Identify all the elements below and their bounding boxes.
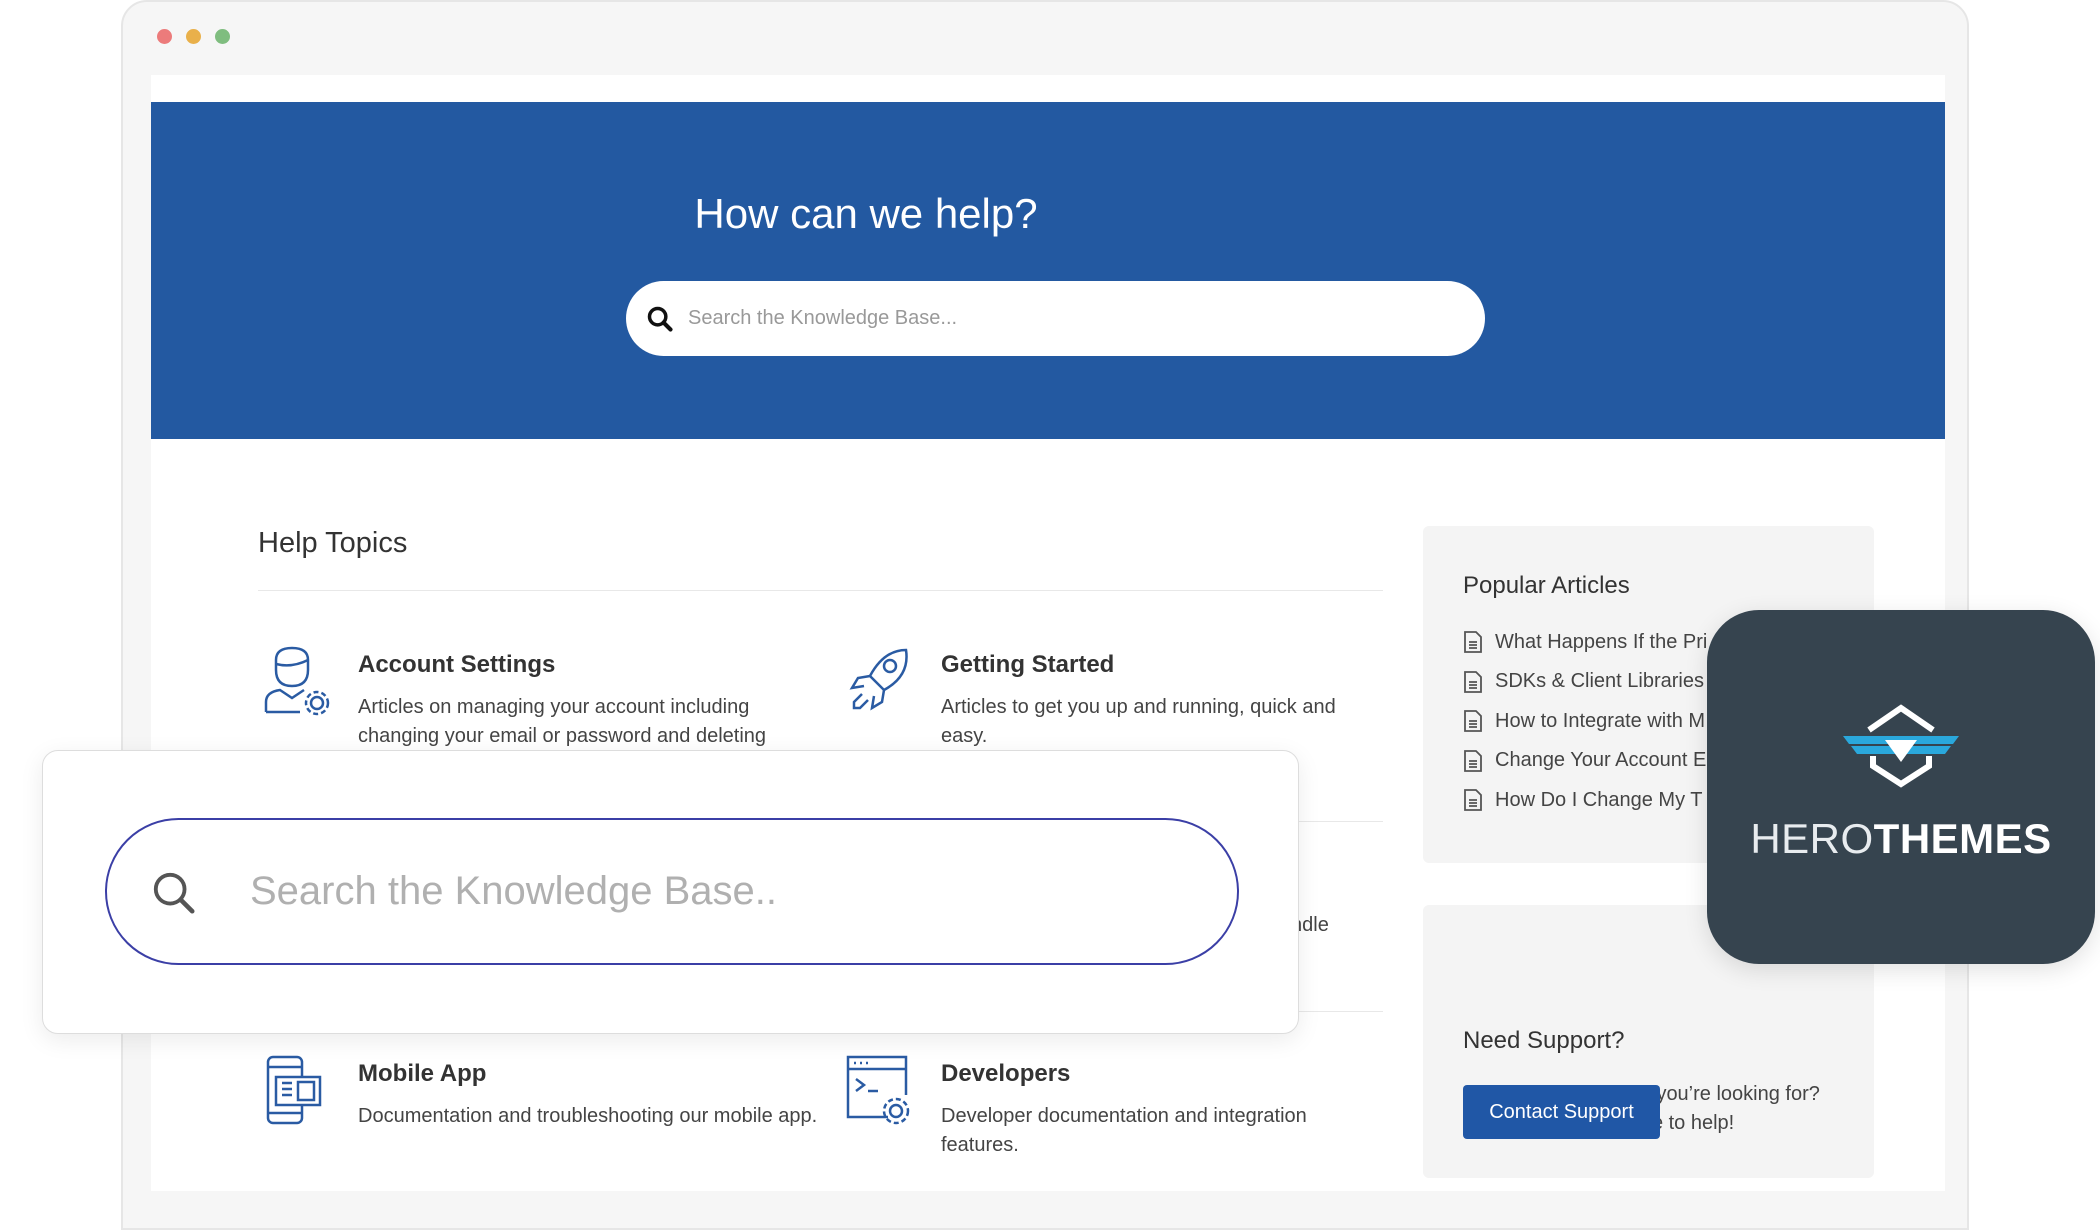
mobile-app-icon [266, 1055, 322, 1125]
topic-title[interactable]: Mobile App [358, 1060, 486, 1088]
herothemes-wordmark: HEROTHEMES [1707, 815, 2095, 863]
contact-support-button[interactable]: Contact Support [1463, 1085, 1660, 1139]
document-icon [1464, 789, 1482, 811]
herothemes-logo-icon [1843, 704, 1959, 788]
brand-bold: THEMES [1873, 815, 2052, 862]
window-minimize-button[interactable] [186, 29, 201, 44]
document-icon [1464, 749, 1482, 772]
article-title[interactable]: How Do I Change My T [1495, 789, 1703, 812]
rocket-icon [849, 648, 908, 711]
article-title[interactable]: SDKs & Client Libraries [1495, 670, 1704, 693]
topic-getting-started[interactable] [844, 646, 914, 723]
search-icon [647, 306, 673, 332]
overlay-search-box[interactable] [105, 818, 1239, 965]
need-support-title: Need Support? [1463, 1027, 1625, 1054]
topic-account-settings[interactable] [262, 646, 332, 723]
topic-description: Articles to get you up and running, quic… [941, 696, 1336, 747]
window-close-button[interactable] [157, 29, 172, 44]
search-icon [153, 872, 195, 914]
search-overlay-card [42, 750, 1299, 1034]
code-window-gear-icon [846, 1055, 910, 1125]
topic-title[interactable]: Getting Started [941, 651, 1114, 679]
topic-title[interactable]: Developers [941, 1060, 1070, 1088]
hero-title: How can we help? [694, 190, 1038, 237]
hero-banner: How can we help? [151, 102, 1945, 439]
topic-description-fragment: ndle [1291, 914, 1329, 936]
divider [258, 590, 1383, 591]
topic-mobile-app[interactable] [262, 1055, 332, 1132]
topic-description: Documentation and troubleshooting our mo… [358, 1105, 818, 1127]
topic-developers[interactable] [844, 1055, 914, 1132]
user-gear-icon [264, 646, 330, 716]
document-icon [1464, 670, 1482, 693]
hero-search-box[interactable] [626, 281, 1485, 356]
document-icon [1464, 710, 1482, 732]
article-title[interactable]: What Happens If the Pri [1495, 631, 1707, 654]
topic-description: Articles on managing your account includ… [358, 696, 767, 747]
article-title[interactable]: How to Integrate with M [1495, 710, 1705, 733]
article-title[interactable]: Change Your Account E [1495, 749, 1706, 772]
topic-description: Developer documentation and integration … [941, 1105, 1307, 1156]
brand-light: HERO [1750, 815, 1874, 862]
herothemes-logo-badge: HEROTHEMES [1707, 610, 2095, 964]
overlay-search-input[interactable] [250, 820, 1190, 963]
help-topics-heading: Help Topics [258, 527, 408, 559]
topic-title[interactable]: Account Settings [358, 651, 555, 679]
document-icon [1464, 631, 1482, 653]
popular-articles-title: Popular Articles [1463, 572, 1630, 599]
hero-search-input[interactable] [688, 281, 1448, 356]
window-zoom-button[interactable] [215, 29, 230, 44]
